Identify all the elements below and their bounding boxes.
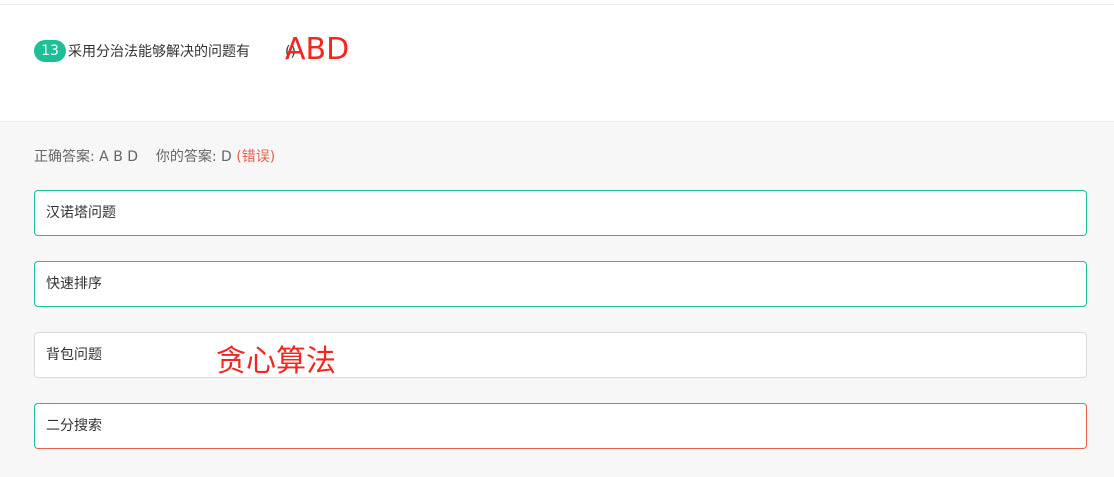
handwritten-note: 贪心算法 — [216, 344, 336, 379]
option-label: 汉诺塔问题 — [46, 205, 116, 221]
option-label: 二分搜索 — [46, 418, 102, 434]
correct-answer-value: A B D — [99, 149, 139, 165]
option-a[interactable]: 汉诺塔问题 — [34, 190, 1087, 236]
option-c[interactable]: 背包问题 — [34, 332, 1087, 378]
option-d[interactable]: 二分搜索 — [34, 403, 1087, 449]
answer-summary: 正确答案: A B D 你的答案: D (错误) — [34, 147, 275, 167]
question-text: 采用分治法能够解决的问题有 — [68, 44, 250, 60]
question-panel: 13 采用分治法能够解决的问题有 () — [0, 5, 1114, 121]
your-answer-value: D — [221, 149, 232, 165]
wrong-status: (错误) — [236, 149, 276, 165]
option-label: 背包问题 — [46, 347, 102, 363]
option-label: 快速排序 — [46, 276, 102, 292]
option-b[interactable]: 快速排序 — [34, 261, 1087, 307]
handwritten-answer-mark: ABD — [285, 32, 350, 67]
answer-panel: 正确答案: A B D 你的答案: D (错误) 汉诺塔问题 快速排序 背包问题… — [0, 121, 1114, 477]
question-number-badge: 13 — [34, 40, 66, 62]
correct-answer-label: 正确答案: — [34, 149, 95, 165]
your-answer-label: 你的答案: — [155, 149, 217, 165]
